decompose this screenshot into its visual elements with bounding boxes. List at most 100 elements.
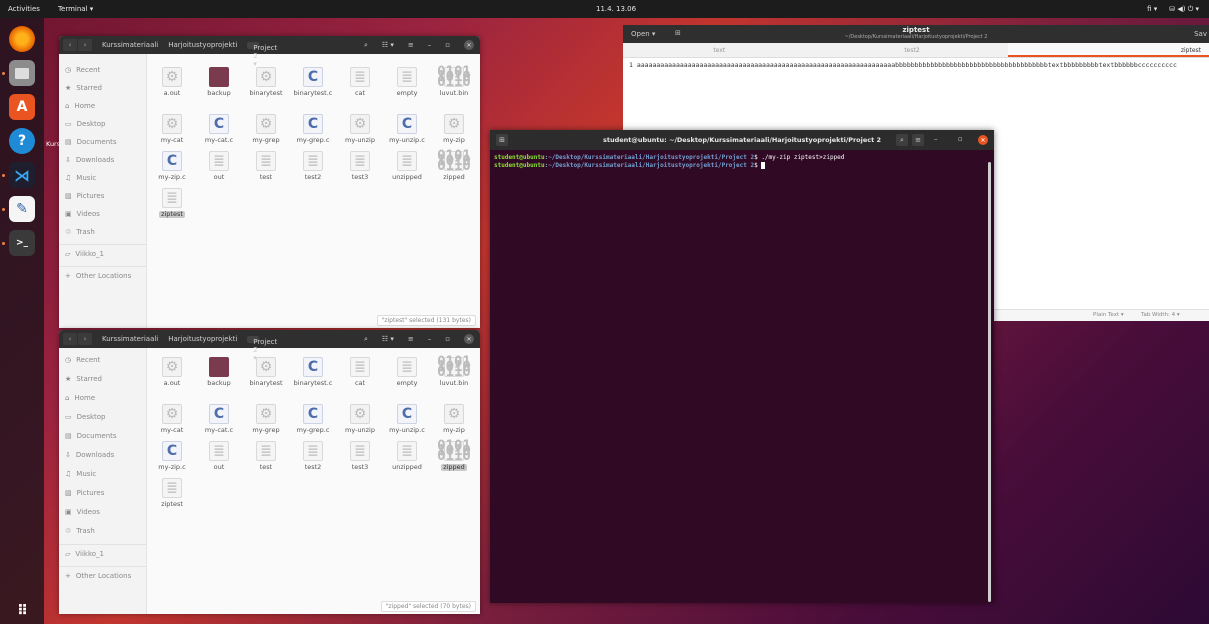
system-tray[interactable]: fi ▾ ⛁ ◀) ⏻ ▾ (1147, 5, 1199, 14)
language-indicator[interactable]: fi ▾ (1147, 5, 1157, 14)
file-item[interactable]: ≣ unzipped (384, 147, 430, 191)
file-item[interactable]: 0101 1010 0110 luvut.bin (431, 353, 477, 397)
system-menu[interactable]: ⛁ ◀) ⏻ ▾ (1169, 5, 1199, 14)
file-item[interactable]: 0101 1010 0110 luvut.bin (431, 63, 477, 107)
breadcrumb-project-2[interactable]: Project 2 ▾ (247, 335, 277, 362)
tab-test2[interactable]: test2 (816, 43, 1009, 57)
file-item-selected[interactable]: 0101 1010 0110 zipped (431, 437, 477, 481)
sidebar-item-other-locations[interactable]: + Other Locations (65, 572, 131, 580)
file-item[interactable]: Cbinarytest.c (290, 353, 336, 397)
file-item[interactable]: ≣ out (196, 437, 242, 481)
sidebar-item-desktop[interactable]: ▭ Desktop (65, 413, 106, 421)
sidebar-item-downloads[interactable]: ⇩ Downloads (65, 156, 114, 164)
terminal-output[interactable]: student@ubuntu:~/Desktop/Kurssimateriaal… (490, 150, 994, 174)
close-icon[interactable]: ✕ (464, 40, 474, 50)
close-icon[interactable]: ✕ (464, 334, 474, 344)
maximize-icon[interactable]: ▫ (445, 41, 450, 49)
forward-icon[interactable]: › (78, 333, 92, 345)
menu-icon[interactable]: ≡ (408, 335, 414, 343)
clock[interactable]: 11.4. 13.06 (596, 5, 636, 13)
file-item[interactable]: ≣ test (243, 147, 289, 191)
file-item[interactable]: Cbinarytest.c (290, 63, 336, 107)
file-item[interactable]: ≣ test2 (290, 147, 336, 191)
sidebar-item-pictures[interactable]: ▨ Pictures (65, 489, 104, 497)
minimize-icon[interactable]: – (428, 41, 432, 49)
breadcrumb-harjoitustyoprojekti[interactable]: Harjoitustyoprojekti (168, 41, 237, 49)
files-icon[interactable] (9, 60, 35, 86)
breadcrumb-kurssimateriaali[interactable]: Kurssimateriaali (102, 41, 158, 49)
file-item[interactable]: backup (196, 353, 242, 397)
show-applications-icon[interactable]: ⠿ (9, 598, 35, 624)
sidebar-item-other-locations[interactable]: + Other Locations (65, 272, 131, 280)
sidebar-item-starred[interactable]: ★ Starred (65, 84, 102, 92)
view-toggle-icon[interactable]: ☷ ▾ (382, 335, 394, 343)
editor-line-1[interactable]: 1 aaaaaaaaaaaaaaaaaaaaaaaaaaaaaaaaaaaaaa… (623, 58, 1209, 72)
sidebar-item-documents[interactable]: ▤ Documents (65, 138, 117, 146)
file-item[interactable]: backup (196, 63, 242, 107)
save-button[interactable]: Sav (1194, 30, 1207, 38)
vscode-icon[interactable]: ⋊ (9, 162, 35, 188)
search-icon[interactable]: ⌕ (364, 335, 368, 344)
sidebar-item-recent[interactable]: ◷ Recent (65, 66, 100, 74)
sidebar-item-trash[interactable]: ♲ Trash (65, 228, 95, 236)
tab-text[interactable]: text (623, 43, 816, 57)
sidebar-item-music[interactable]: ♫ Music (65, 470, 96, 478)
sidebar-item-pictures[interactable]: ▨ Pictures (65, 192, 104, 200)
sidebar-item-documents[interactable]: ▤ Documents (65, 432, 117, 440)
help-icon[interactable]: ? (9, 128, 35, 154)
breadcrumb-harjoitustyoprojekti[interactable]: Harjoitustyoprojekti (168, 335, 237, 343)
maximize-icon[interactable]: ▫ (958, 135, 963, 143)
sidebar-item-viikko[interactable]: ▱ Viikko_1 (65, 550, 104, 558)
text-editor-icon[interactable]: ✎ (9, 196, 35, 222)
file-item[interactable]: ≣ test2 (290, 437, 336, 481)
file-item[interactable]: ≣ test (243, 437, 289, 481)
file-item[interactable]: ≣ ziptest (149, 474, 195, 518)
sidebar-item-home[interactable]: ⌂ Home (65, 394, 95, 402)
sidebar-item-viikko[interactable]: ▱ Viikko_1 (65, 250, 104, 258)
close-icon[interactable]: ✕ (978, 135, 988, 145)
sidebar-item-trash[interactable]: ♲ Trash (65, 527, 95, 535)
terminal-icon[interactable]: >_ (9, 230, 35, 256)
terminal-scrollbar[interactable] (988, 162, 991, 602)
back-icon[interactable]: ‹ (63, 333, 77, 345)
file-item[interactable]: ≣ cat (337, 63, 383, 107)
file-item[interactable]: ≣ cat (337, 353, 383, 397)
menu-icon[interactable]: ≡ (408, 41, 414, 49)
sidebar-item-starred[interactable]: ★ Starred (65, 375, 102, 383)
minimize-icon[interactable]: – (934, 135, 938, 143)
file-item[interactable]: ⚙ binarytest (243, 63, 289, 107)
back-icon[interactable]: ‹ (63, 39, 77, 51)
file-item[interactable]: ≣ out (196, 147, 242, 191)
sidebar-item-videos[interactable]: ▣ Videos (65, 210, 100, 218)
activities-button[interactable]: Activities (8, 5, 40, 13)
file-item[interactable]: ⚙ binarytest (243, 353, 289, 397)
tab-width-selector[interactable]: Tab Width: 4 ▾ (1141, 312, 1180, 318)
sidebar-item-home[interactable]: ⌂ Home (65, 102, 95, 110)
file-item-selected[interactable]: ≣ ziptest (149, 184, 195, 228)
breadcrumb-kurssimateriaali[interactable]: Kurssimateriaali (102, 335, 158, 343)
file-item[interactable]: ≣ empty (384, 63, 430, 107)
desktop-label[interactable]: Kurs (46, 140, 60, 148)
file-item[interactable]: ≣ test3 (337, 437, 383, 481)
sidebar-item-videos[interactable]: ▣ Videos (65, 508, 100, 516)
search-icon[interactable]: ⌕ (896, 134, 908, 146)
search-icon[interactable]: ⌕ (364, 41, 368, 50)
minimize-icon[interactable]: – (428, 335, 432, 343)
language-selector[interactable]: Plain Text ▾ (1093, 312, 1124, 318)
sidebar-item-downloads[interactable]: ⇩ Downloads (65, 451, 114, 459)
file-item[interactable]: ≣ unzipped (384, 437, 430, 481)
file-item[interactable]: ≣ test3 (337, 147, 383, 191)
file-item[interactable]: ⚙ a.out (149, 63, 195, 107)
file-item[interactable]: ⚙ a.out (149, 353, 195, 397)
file-item[interactable]: ≣ empty (384, 353, 430, 397)
maximize-icon[interactable]: ▫ (445, 335, 450, 343)
sidebar-item-recent[interactable]: ◷ Recent (65, 356, 100, 364)
sidebar-item-desktop[interactable]: ▭ Desktop (65, 120, 106, 128)
app-menu[interactable]: Terminal ▾ (58, 5, 93, 13)
sidebar-item-music[interactable]: ♫ Music (65, 174, 96, 182)
menu-icon[interactable]: ≡ (912, 134, 924, 146)
file-item[interactable]: 0101 1010 0110 zipped (431, 147, 477, 191)
view-toggle-icon[interactable]: ☷ ▾ (382, 41, 394, 49)
software-icon[interactable]: A (9, 94, 35, 120)
tab-ziptest[interactable]: ziptest (1008, 43, 1209, 57)
